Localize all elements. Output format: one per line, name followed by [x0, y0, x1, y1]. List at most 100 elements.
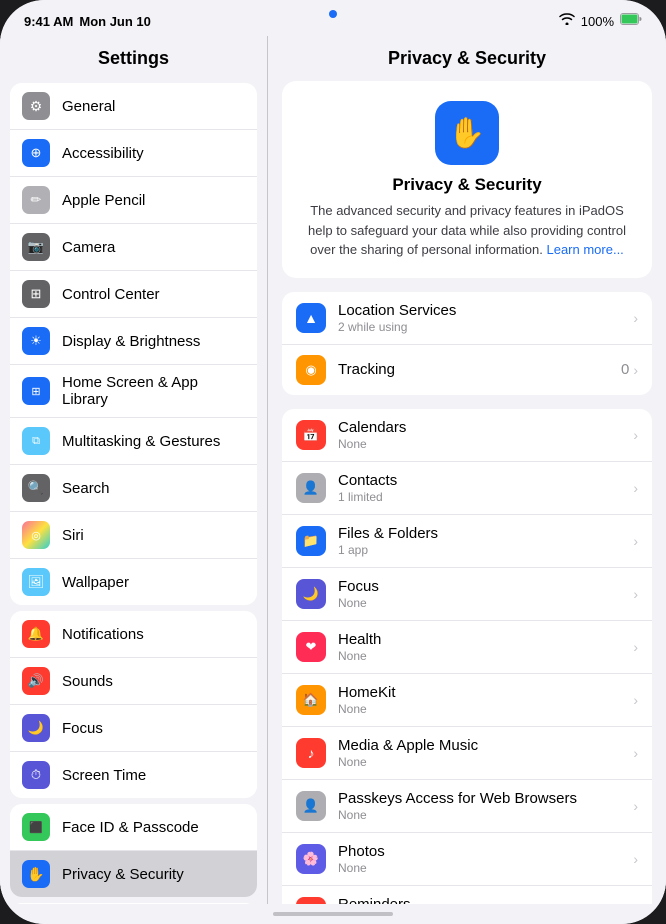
hero-description: The advanced security and privacy featur… [302, 201, 632, 260]
focus-row[interactable]: 🌙 Focus None › [282, 568, 652, 621]
sidebar-item-screen-time[interactable]: ⏱ Screen Time [10, 752, 257, 798]
sidebar-group-1: ⚙ General ⊕ Accessibility ✏ Apple Pencil… [10, 83, 257, 605]
location-services-row[interactable]: ▲ Location Services 2 while using › [282, 292, 652, 345]
status-date: Mon Jun 10 [79, 14, 151, 29]
focus-label: Focus [338, 578, 633, 595]
chevron-icon: › [633, 427, 638, 443]
health-icon: ❤ [296, 632, 326, 662]
sidebar-item-label: General [62, 98, 245, 115]
sidebar-item-home-screen[interactable]: ⊞ Home Screen & App Library [10, 365, 257, 418]
location-services-label: Location Services [338, 302, 633, 319]
screen-time-icon: ⏱ [22, 761, 50, 789]
multitasking-icon: ⧉ [22, 427, 50, 455]
wallpaper-icon: 🖼 [22, 568, 50, 596]
contacts-row[interactable]: 👤 Contacts 1 limited › [282, 462, 652, 515]
learn-more-link[interactable]: Learn more... [546, 242, 623, 257]
sidebar-item-label: Camera [62, 239, 245, 256]
sidebar-item-label: Focus [62, 720, 245, 737]
home-indicator [0, 904, 666, 924]
photos-row[interactable]: 🌸 Photos None › [282, 833, 652, 886]
sidebar-item-sounds[interactable]: 🔊 Sounds [10, 658, 257, 705]
detail-title: Privacy & Security [268, 36, 666, 75]
chevron-icon: › [633, 798, 638, 814]
health-row[interactable]: ❤ Health None › [282, 621, 652, 674]
location-group: ▲ Location Services 2 while using › ◉ [282, 292, 652, 395]
homekit-icon: 🏠 [296, 685, 326, 715]
media-music-subtitle: None [338, 755, 633, 769]
reminders-label: Reminders [338, 896, 633, 905]
media-music-label: Media & Apple Music [338, 737, 633, 754]
battery-icon [620, 12, 642, 30]
siri-icon: ◎ [22, 521, 50, 549]
sidebar-item-label: Wallpaper [62, 574, 245, 591]
passkeys-icon: 👤 [296, 791, 326, 821]
tracking-row[interactable]: ◉ Tracking 0 › [282, 345, 652, 395]
focus-subtitle: None [338, 596, 633, 610]
contacts-icon: 👤 [296, 473, 326, 503]
files-folders-row[interactable]: 📁 Files & Folders 1 app › [282, 515, 652, 568]
sidebar-item-search[interactable]: 🔍 Search [10, 465, 257, 512]
home-screen-icon: ⊞ [22, 377, 50, 405]
sidebar-item-multitasking[interactable]: ⧉ Multitasking & Gestures [10, 418, 257, 465]
detail-panel: Privacy & Security ✋ Privacy & Security … [268, 36, 666, 904]
chevron-icon: › [633, 480, 638, 496]
focus-privacy-icon: 🌙 [296, 579, 326, 609]
display-icon: ☀ [22, 327, 50, 355]
sidebar-item-label: Search [62, 480, 245, 497]
location-services-icon: ▲ [296, 303, 326, 333]
files-folders-label: Files & Folders [338, 525, 633, 542]
sidebar-item-label: Display & Brightness [62, 333, 245, 350]
sidebar-item-siri[interactable]: ◎ Siri [10, 512, 257, 559]
sidebar-item-camera[interactable]: 📷 Camera [10, 224, 257, 271]
reminders-row[interactable]: ☰ Reminders None › [282, 886, 652, 905]
sidebar-item-focus[interactable]: 🌙 Focus [10, 705, 257, 752]
sidebar-item-control-center[interactable]: ⊞ Control Center [10, 271, 257, 318]
contacts-label: Contacts [338, 472, 633, 489]
face-id-icon: ⬛ [22, 813, 50, 841]
files-folders-icon: 📁 [296, 526, 326, 556]
hero-title: Privacy & Security [392, 175, 541, 195]
chevron-icon: › [633, 745, 638, 761]
sidebar-item-label: Privacy & Security [62, 866, 245, 883]
media-music-row[interactable]: ♪ Media & Apple Music None › [282, 727, 652, 780]
sidebar-item-privacy[interactable]: ✋ Privacy & Security [10, 851, 257, 897]
passkeys-row[interactable]: 👤 Passkeys Access for Web Browsers None … [282, 780, 652, 833]
homekit-row[interactable]: 🏠 HomeKit None › [282, 674, 652, 727]
passkeys-label: Passkeys Access for Web Browsers [338, 790, 633, 807]
chevron-icon: › [633, 851, 638, 867]
sidebar-item-label: Sounds [62, 673, 245, 690]
status-time: 9:41 AM [24, 14, 73, 29]
sidebar-item-general[interactable]: ⚙ General [10, 83, 257, 130]
sidebar-item-label: Notifications [62, 626, 245, 643]
sidebar: Settings ⚙ General ⊕ Accessibility ✏ App… [0, 36, 268, 904]
accessibility-icon: ⊕ [22, 139, 50, 167]
location-services-content: Location Services 2 while using [338, 302, 633, 334]
sidebar-item-label: Siri [62, 527, 245, 544]
health-subtitle: None [338, 649, 633, 663]
sidebar-item-accessibility[interactable]: ⊕ Accessibility [10, 130, 257, 177]
sidebar-item-apple-pencil[interactable]: ✏ Apple Pencil [10, 177, 257, 224]
sidebar-item-notifications[interactable]: 🔔 Notifications [10, 611, 257, 658]
sidebar-item-face-id[interactable]: ⬛ Face ID & Passcode [10, 804, 257, 851]
location-services-right: › [633, 310, 638, 326]
calendars-row[interactable]: 📅 Calendars None › [282, 409, 652, 462]
sidebar-item-wallpaper[interactable]: 🖼 Wallpaper [10, 559, 257, 605]
tracking-right: 0 › [621, 361, 638, 378]
calendars-subtitle: None [338, 437, 633, 451]
homekit-label: HomeKit [338, 684, 633, 701]
status-bar: 9:41 AM Mon Jun 10 100% [0, 0, 666, 36]
chevron-icon: › [633, 586, 638, 602]
hero-icon: ✋ [435, 101, 499, 165]
general-icon: ⚙ [22, 92, 50, 120]
sidebar-item-label: Multitasking & Gestures [62, 433, 245, 450]
calendars-icon: 📅 [296, 420, 326, 450]
files-folders-subtitle: 1 app [338, 543, 633, 557]
chevron-icon: › [633, 533, 638, 549]
sidebar-item-display[interactable]: ☀ Display & Brightness [10, 318, 257, 365]
sidebar-group-2: 🔔 Notifications 🔊 Sounds 🌙 Focus ⏱ Scree… [10, 611, 257, 798]
tracking-count: 0 [621, 361, 629, 378]
home-bar [273, 912, 393, 916]
location-services-subtitle: 2 while using [338, 320, 633, 334]
camera-icon: 📷 [22, 233, 50, 261]
sidebar-item-label: Control Center [62, 286, 245, 303]
